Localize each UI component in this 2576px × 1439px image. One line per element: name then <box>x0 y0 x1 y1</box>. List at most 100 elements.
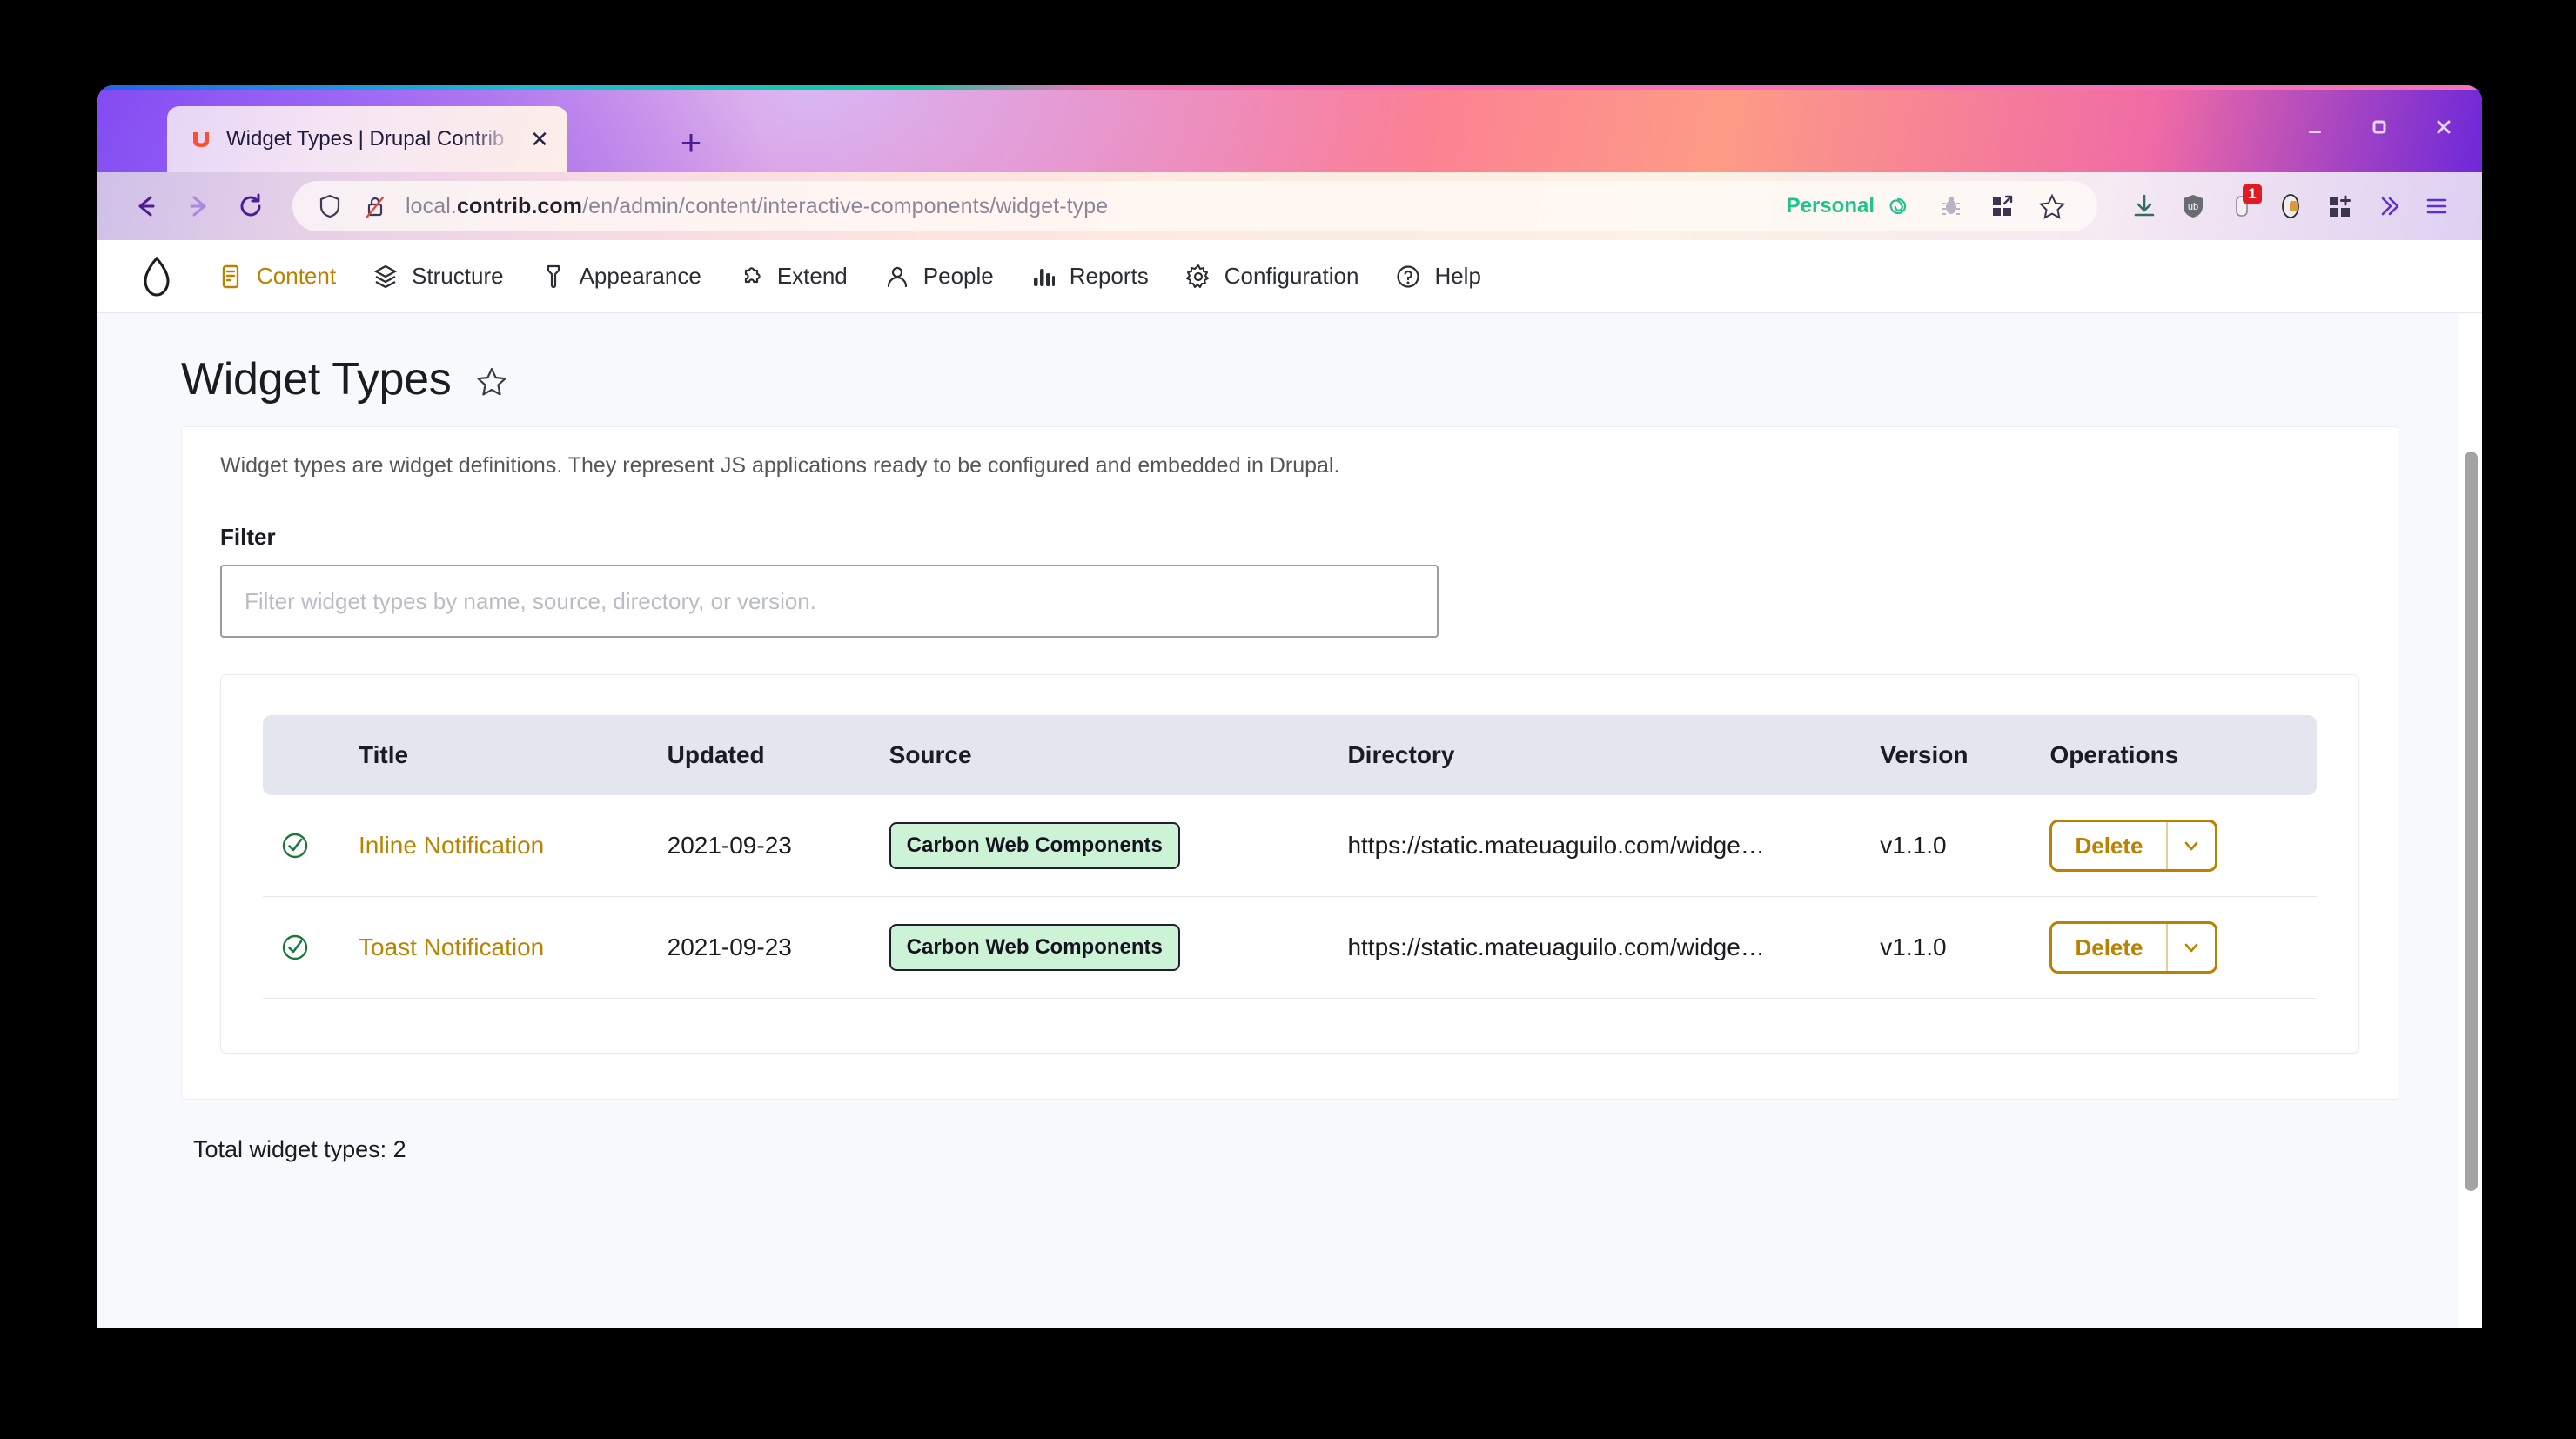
toolbar-item-appearance[interactable]: Appearance <box>521 240 719 313</box>
new-tab-button[interactable]: + <box>672 124 710 162</box>
filter-label: Filter <box>220 524 2359 551</box>
check-circle-icon <box>278 829 312 862</box>
toolbar-item-reports[interactable]: Reports <box>1011 240 1166 313</box>
row-version-cell: v1.1.0 <box>1864 795 2034 897</box>
column-header-updated: Updated <box>652 715 874 795</box>
bug-extension-icon[interactable] <box>1929 184 1974 229</box>
table-body: Inline Notification 2021-09-23 Carbon We… <box>263 795 2317 999</box>
row-source-cell: Carbon Web Components <box>874 897 1332 999</box>
row-source-cell: Carbon Web Components <box>874 795 1332 897</box>
column-header-status <box>263 715 343 795</box>
widget-types-table-container: Title Updated Source Directory Version O… <box>220 674 2359 1054</box>
overflow-chevrons-icon[interactable] <box>2365 184 2411 229</box>
chevron-down-icon[interactable] <box>2166 822 2215 869</box>
download-icon[interactable] <box>2122 184 2167 229</box>
row-title-cell: Inline Notification <box>343 795 652 897</box>
address-bar-url: local.contrib.com/en/admin/content/inter… <box>406 194 1771 219</box>
page-scrollbar[interactable] <box>2459 314 2482 1328</box>
toolbar-item-label: Extend <box>777 263 848 290</box>
widget-types-table: Title Updated Source Directory Version O… <box>263 715 2317 999</box>
profile-chip[interactable]: Personal <box>1787 191 1913 221</box>
page-header: Widget Types <box>97 313 2482 405</box>
help-question-icon <box>1393 262 1423 291</box>
row-operations-cell: Delete <box>2034 795 2317 897</box>
toolbar-item-label: Appearance <box>580 263 701 290</box>
row-updated-cell: 2021-09-23 <box>652 795 874 897</box>
row-title-cell: Toast Notification <box>343 897 652 999</box>
toolbar-item-extend[interactable]: Extend <box>719 240 865 313</box>
widget-type-link[interactable]: Inline Notification <box>359 832 544 859</box>
toolbar-item-content[interactable]: Content <box>198 240 353 313</box>
omnibox-extension-icons <box>1929 184 2075 229</box>
column-header-version: Version <box>1864 715 2034 795</box>
operations-dropdown[interactable]: Delete <box>2049 921 2217 974</box>
toolbar-item-label: People <box>923 263 994 290</box>
browser-extension-bar: ub 1 <box>2122 184 2459 229</box>
url-domain: contrib.com <box>457 194 582 218</box>
row-status-cell <box>263 795 343 897</box>
extensions-puzzle-icon[interactable] <box>2317 184 2362 229</box>
url-path: /en/admin/content/interactive-components… <box>582 194 1108 218</box>
chrome-menu-icon[interactable] <box>2414 184 2459 229</box>
toolbar-item-configuration[interactable]: Configuration <box>1166 240 1377 313</box>
page-content: Widget Types Widget types are widget def… <box>97 313 2482 1327</box>
row-directory-cell: https://static.mateuaguilo.com/widge… <box>1332 897 1864 999</box>
toolbar-item-label: Content <box>257 263 336 290</box>
toolbar-item-help[interactable]: Help <box>1376 240 1498 313</box>
reload-icon[interactable] <box>225 180 277 232</box>
ublock-shield-icon[interactable]: ub <box>2170 184 2216 229</box>
back-arrow-icon[interactable] <box>120 180 172 232</box>
minimize-icon[interactable] <box>2298 110 2332 144</box>
delete-button[interactable]: Delete <box>2052 822 2165 869</box>
drupal-drop-logo[interactable] <box>129 249 184 305</box>
bookmark-star-icon[interactable] <box>2029 184 2075 229</box>
drupal-admin-toolbar: Content Structure Appearance Extend <box>97 240 2482 313</box>
scrollbar-thumb[interactable] <box>2465 452 2478 1191</box>
extend-puzzle-icon <box>736 262 766 291</box>
column-header-source: Source <box>874 715 1332 795</box>
page-viewport: Content Structure Appearance Extend <box>97 240 2482 1328</box>
window-controls <box>2298 110 2461 144</box>
spiral-avatar-icon <box>1883 191 1913 221</box>
browser-tab-strip: Widget Types | Drupal Contrib ✕ + <box>97 85 2482 172</box>
page-title: Widget Types <box>181 353 451 405</box>
drupal-u-favicon <box>188 126 214 152</box>
column-header-operations: Operations <box>2034 715 2317 795</box>
lastpass-vault-icon[interactable] <box>2268 184 2313 229</box>
profile-name: Personal <box>1787 194 1875 218</box>
people-icon <box>882 262 912 291</box>
toolbar-item-label: Structure <box>412 263 504 290</box>
address-bar[interactable]: local.contrib.com/en/admin/content/inter… <box>292 181 2097 231</box>
column-header-title: Title <box>343 715 652 795</box>
insecure-lock-icon[interactable] <box>360 191 390 221</box>
clipboard-extension-icon[interactable]: 1 <box>2219 184 2264 229</box>
toolbar-item-label: Reports <box>1070 263 1149 290</box>
theme-accent-strip <box>97 85 2482 90</box>
source-badge: Carbon Web Components <box>889 822 1180 869</box>
browser-tab-title: Widget Types | Drupal Contrib <box>226 127 515 151</box>
toolbar-item-structure[interactable]: Structure <box>353 240 521 313</box>
row-version-cell: v1.1.0 <box>1864 897 2034 999</box>
page-description: Widget types are widget definitions. The… <box>220 427 2359 479</box>
grid-extension-icon[interactable] <box>1979 184 2024 229</box>
delete-button[interactable]: Delete <box>2052 924 2165 971</box>
widget-type-link[interactable]: Toast Notification <box>359 934 544 960</box>
operations-dropdown[interactable]: Delete <box>2049 820 2217 872</box>
total-widget-types: Total widget types: 2 <box>97 1100 2482 1163</box>
filter-input[interactable] <box>220 565 1439 638</box>
close-icon[interactable] <box>2426 110 2461 144</box>
shield-icon[interactable] <box>315 191 345 221</box>
extension-badge-count: 1 <box>2243 184 2262 204</box>
star-outline-icon[interactable] <box>473 364 510 400</box>
table-row: Toast Notification 2021-09-23 Carbon Web… <box>263 897 2317 999</box>
column-header-directory: Directory <box>1332 715 1864 795</box>
row-status-cell <box>263 897 343 999</box>
row-operations-cell: Delete <box>2034 897 2317 999</box>
browser-tab[interactable]: Widget Types | Drupal Contrib ✕ <box>167 106 567 172</box>
toolbar-item-people[interactable]: People <box>865 240 1011 313</box>
chevron-down-icon[interactable] <box>2166 924 2215 971</box>
tab-close-icon[interactable]: ✕ <box>527 127 552 151</box>
svg-text:ub: ub <box>2188 202 2198 212</box>
browser-window: Widget Types | Drupal Contrib ✕ + <box>97 85 2482 1328</box>
maximize-icon[interactable] <box>2362 110 2397 144</box>
